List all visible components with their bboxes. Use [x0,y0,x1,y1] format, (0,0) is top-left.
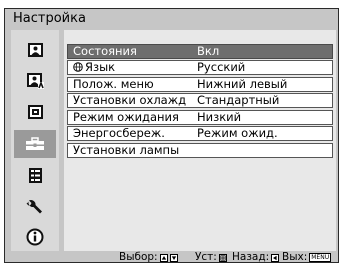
projector-osd-screen: Настройка Состояния Вкл Язык Русский Пол… [0,0,343,267]
info-icon [26,228,44,246]
key-guide-footer: Выбор: Уст: Назад: Вых: MENU [5,252,338,263]
footer-back-label: Назад: [232,251,270,263]
row-value: Вкл [197,44,220,58]
menu-list-icon [28,167,42,183]
menu-row-standby-mode[interactable]: Режим ожидания Низкий [67,110,333,125]
category-sidebar [11,30,59,251]
sidebar-item-menu-list[interactable] [14,161,56,189]
row-label: Энергосбереж. [73,126,165,140]
menu-row-cooling-settings[interactable]: Установки охлажд Стандартный [67,93,333,108]
up-arrow-key-icon [159,253,168,262]
sidebar-item-screen[interactable] [14,98,56,126]
row-label: Состояния [73,44,137,58]
menu-title: Настройка [13,11,86,26]
row-value: Низкий [197,110,242,124]
row-value: Русский [197,60,246,74]
settings-menu-window: Настройка Состояния Вкл Язык Русский Пол… [4,8,339,263]
row-value: Стандартный [197,93,280,107]
menu-key-icon: MENU [309,253,332,262]
sidebar-item-picture[interactable] [14,36,56,64]
menu-row-menu-position[interactable]: Полож. меню Нижний левый [67,77,333,92]
footer-set-label: Уст: [195,251,217,263]
footer-exit-label: Вых: [282,251,308,263]
row-label: Установки охлажд [73,93,187,107]
row-label: Полож. меню [73,77,154,91]
row-label: Язык [85,60,116,74]
row-label: Установки лампы [73,143,180,157]
menu-content-panel: Состояния Вкл Язык Русский Полож. меню Н… [64,30,336,251]
globe-icon [73,62,83,72]
enter-key-icon [218,253,227,262]
picture-settings-icon [26,73,44,89]
row-label: Режим ожидания [73,110,179,124]
screen-icon [27,105,43,119]
footer-set-hint: Уст: [195,252,227,263]
settings-toolbox-icon [26,137,44,150]
down-arrow-key-icon [169,253,178,262]
menu-row-lamp-settings[interactable]: Установки лампы [67,143,333,158]
footer-back-hint: Назад: [232,251,280,263]
footer-select-hint: Выбор: [119,252,178,263]
sidebar-item-information[interactable] [14,223,56,251]
menu-row-language[interactable]: Язык Русский [67,60,333,75]
sidebar-item-setup[interactable] [14,130,56,158]
menu-row-power-saving[interactable]: Энергосбереж. Режим ожид. [67,126,333,141]
menu-row-status[interactable]: Состояния Вкл [67,44,333,59]
wrench-icon [26,199,42,213]
sidebar-item-picture-settings[interactable] [14,67,56,95]
footer-select-label: Выбор: [119,251,158,263]
left-arrow-key-icon [271,253,280,262]
picture-icon [27,43,43,57]
row-value: Нижний левый [197,77,288,91]
row-value: Режим ожид. [197,126,278,140]
row-label-group: Язык [73,61,115,74]
footer-exit-hint: Вых: MENU [282,251,332,263]
sidebar-item-service[interactable] [14,192,56,220]
